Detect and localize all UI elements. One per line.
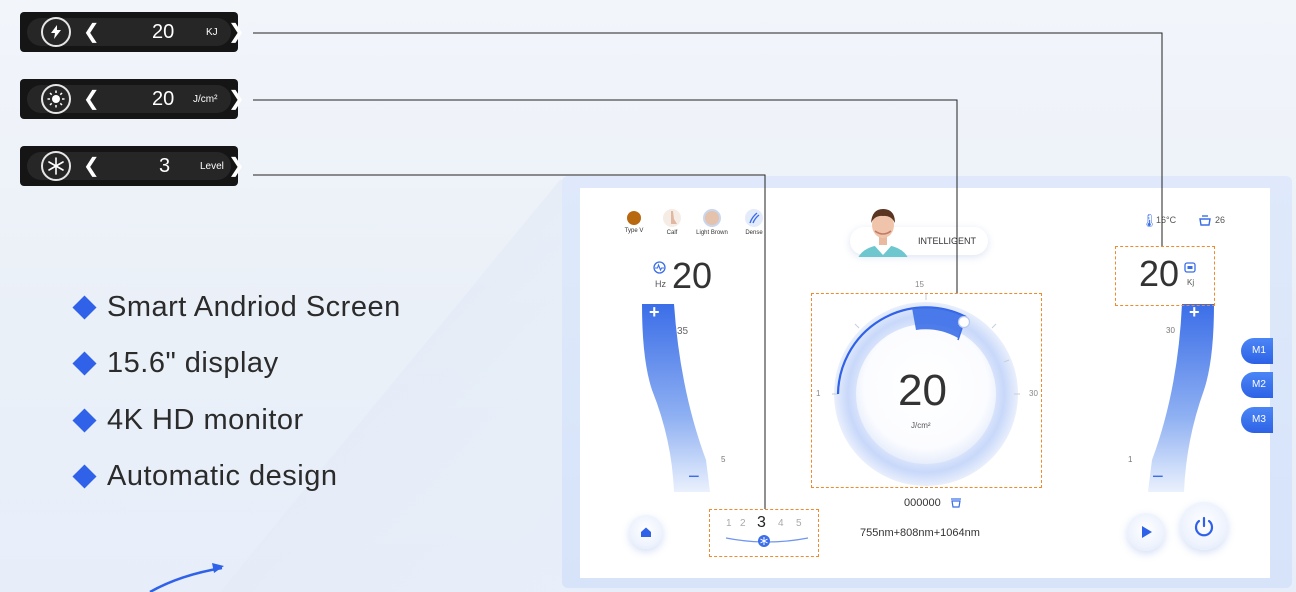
callout-connectors bbox=[253, 32, 1163, 509]
